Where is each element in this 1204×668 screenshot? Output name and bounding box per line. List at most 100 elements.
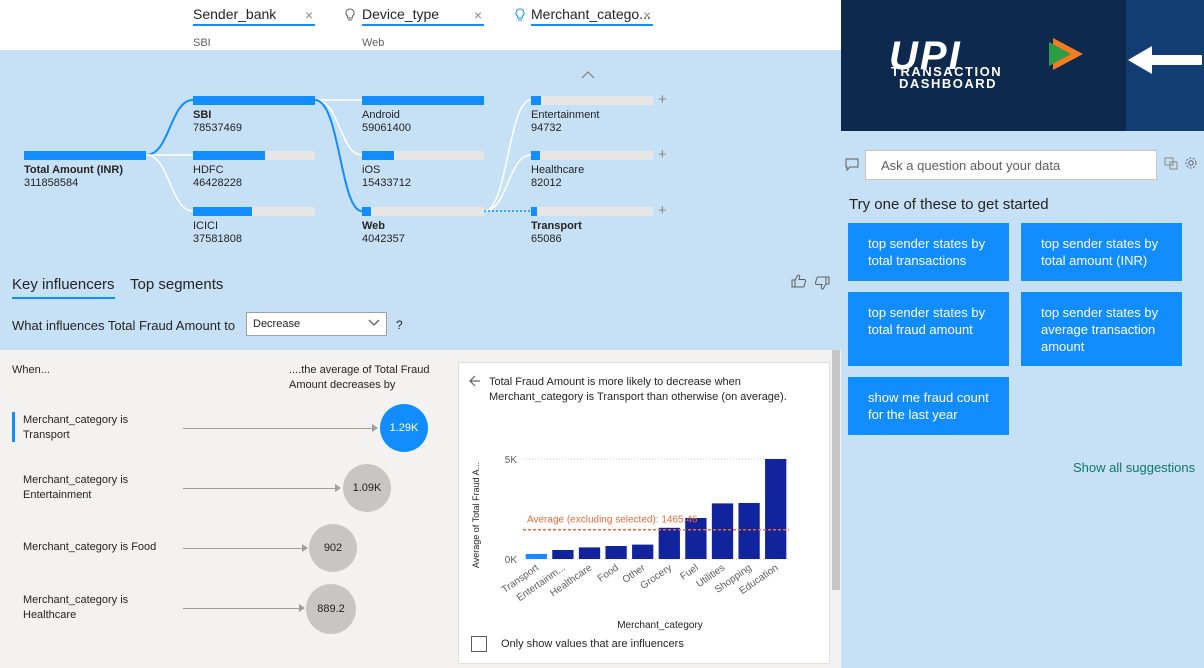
influencer-bubble[interactable]: 1.29K — [380, 404, 428, 452]
influencer-label[interactable]: Merchant_category is Food — [23, 540, 173, 555]
node-label: Transport — [531, 220, 582, 232]
checkbox-label: Only show values that are influencers — [501, 638, 684, 650]
view-icon[interactable] — [1164, 157, 1178, 175]
node-bar — [24, 151, 146, 160]
tree-node-ios[interactable]: iOS 15433712 — [362, 151, 484, 189]
tab-key-influencers[interactable]: Key influencers — [12, 276, 115, 299]
bar — [632, 544, 654, 559]
node-bar — [362, 96, 484, 105]
upi-logo-icon — [1049, 38, 1085, 75]
suggestion-button[interactable]: top sender states by total transactions — [848, 223, 1009, 281]
thumbs-down-icon[interactable] — [814, 276, 830, 293]
arrow-left-icon — [1128, 46, 1202, 74]
level-name[interactable]: Sender_bank — [193, 6, 315, 26]
tree-root-node[interactable]: Total Amount (INR) 311858584 — [24, 151, 146, 189]
node-fill — [531, 207, 538, 216]
direction-select[interactable]: Decrease — [246, 312, 387, 336]
thumbs-up-icon[interactable] — [791, 274, 807, 291]
level-device-type[interactable]: Device_type Web — [362, 6, 484, 49]
scrollbar[interactable] — [832, 350, 840, 590]
node-bar — [531, 151, 653, 160]
arrow-right-icon — [335, 484, 341, 492]
node-fill — [531, 151, 540, 160]
detail-explanation: Total Fraud Amount is more likely to dec… — [489, 376, 787, 403]
influencer-bubble[interactable]: 1.09K — [343, 464, 391, 512]
bar — [578, 547, 601, 559]
level-name[interactable]: Device_type — [362, 6, 484, 26]
expand-plus-icon[interactable]: + — [658, 91, 667, 108]
node-bar — [531, 207, 653, 216]
node-bar — [193, 151, 315, 160]
tree-node-icici[interactable]: ICICI 37581808 — [193, 207, 315, 245]
influencer-connector — [183, 608, 300, 609]
node-bar — [193, 207, 315, 216]
y-tick-label: 0K — [505, 555, 518, 566]
tree-node-healthcare[interactable]: Healthcare 82012 — [531, 151, 653, 189]
level-merchant-category[interactable]: Merchant_catego... — [531, 6, 653, 31]
influencer-connector — [183, 488, 336, 489]
influence-question: What influences Total Fraud Amount to — [12, 318, 236, 333]
column-when: When... — [12, 364, 50, 376]
influencer-detail-card: Total Fraud Amount is more likely to dec… — [458, 362, 830, 664]
help-icon[interactable]: ? — [396, 318, 403, 332]
x-axis-label: Merchant_category — [617, 620, 703, 631]
chat-icon — [845, 158, 859, 176]
tree-node-hdfc[interactable]: HDFC 46428228 — [193, 151, 315, 189]
upi-banner: UPI TRANSACTION DASHBOARD — [841, 0, 1126, 131]
influencer-connector — [183, 428, 373, 429]
bar — [525, 554, 547, 559]
x-tick-label: Food — [596, 562, 621, 584]
level-name[interactable]: Merchant_catego... — [531, 6, 653, 26]
node-bar — [362, 207, 484, 216]
influencer-bubble[interactable]: 902 — [309, 524, 357, 572]
node-label: iOS — [362, 164, 381, 176]
suggestion-button[interactable]: top sender states by total fraud amount — [848, 292, 1009, 366]
node-bar — [531, 96, 653, 105]
qa-input[interactable]: Ask a question about your data — [865, 150, 1157, 180]
arrow-right-icon — [372, 424, 378, 432]
suggestion-button[interactable]: show me fraud count for the last year — [848, 377, 1009, 435]
bar — [552, 550, 574, 559]
tab-top-segments[interactable]: Top segments — [130, 276, 223, 293]
close-icon[interactable]: × — [305, 7, 313, 23]
key-influencers-header: Key influencers Top segments What influe… — [0, 268, 841, 350]
level-selected: SBI — [193, 37, 211, 49]
influencers-only-checkbox[interactable] — [471, 636, 487, 652]
node-fill — [362, 207, 371, 216]
node-label: ICICI — [193, 220, 219, 232]
tree-node-transport[interactable]: Transport 65086 — [531, 207, 653, 245]
banner-arrow-panel — [1126, 0, 1204, 131]
node-label: Entertainment — [531, 109, 600, 121]
scroll-up-icon[interactable] — [581, 67, 595, 82]
arrow-right-icon — [302, 544, 308, 552]
close-icon[interactable]: × — [474, 7, 482, 23]
tree-node-android[interactable]: Android 59061400 — [362, 96, 484, 134]
influencer-label[interactable]: Merchant_category is Transport — [23, 413, 173, 443]
lightbulb-icon — [345, 8, 355, 24]
influencer-bubble[interactable]: 889.2 — [306, 584, 356, 634]
tree-node-web[interactable]: Web 4042357 — [362, 207, 484, 245]
suggestion-button[interactable]: top sender states by total amount (INR) — [1021, 223, 1182, 281]
lightbulb-icon — [515, 8, 525, 24]
close-icon[interactable]: × — [643, 7, 651, 23]
chevron-down-icon — [368, 316, 380, 331]
node-value: 46428228 — [193, 177, 242, 189]
level-sender-bank[interactable]: Sender_bank SBI — [193, 6, 315, 49]
bar — [711, 503, 734, 559]
suggestion-button[interactable]: top sender states by average transaction… — [1021, 292, 1182, 366]
expand-plus-icon[interactable]: + — [658, 202, 667, 219]
influencer-label[interactable]: Merchant_category is Healthcare — [23, 593, 173, 623]
back-arrow-icon[interactable] — [469, 375, 481, 390]
banner-subtitle: DASHBOARD — [899, 76, 997, 91]
tree-node-sbi[interactable]: SBI 78537469 — [193, 96, 315, 134]
node-label: HDFC — [193, 164, 224, 176]
show-all-suggestions-link[interactable]: Show all suggestions — [1073, 460, 1195, 475]
qa-panel: UPI TRANSACTION DASHBOARD Ask a question… — [841, 0, 1204, 668]
gear-icon[interactable] — [1184, 156, 1198, 175]
node-fill — [193, 207, 252, 216]
expand-plus-icon[interactable]: + — [658, 146, 667, 163]
influencer-label[interactable]: Merchant_category is Entertainment — [23, 473, 173, 503]
tree-node-entertainment[interactable]: Entertainment 94732 — [531, 96, 653, 134]
node-fill — [362, 96, 484, 105]
select-value: Decrease — [253, 318, 301, 330]
